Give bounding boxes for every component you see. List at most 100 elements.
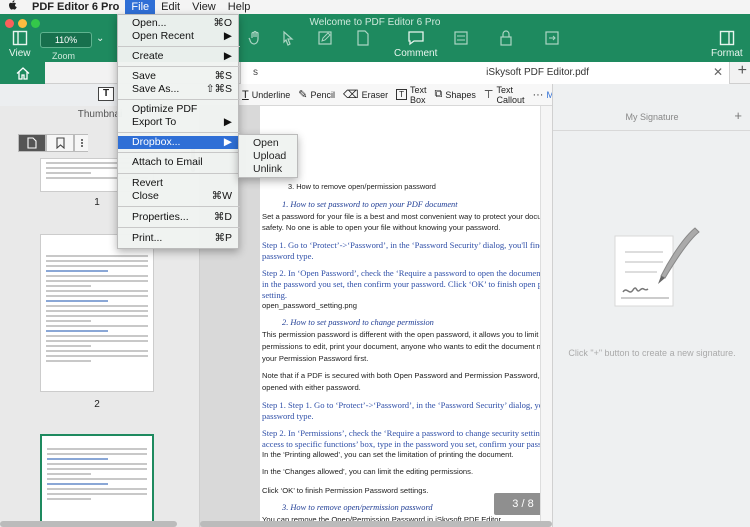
doc-line: Step 1. Step 1. Go to ‘Protect’->‘Passwo… <box>262 400 552 410</box>
view-button[interactable]: View <box>9 30 31 59</box>
document-horizontal-scrollbar[interactable] <box>200 521 552 527</box>
menu-separator <box>118 173 240 174</box>
menu-item-optimize-pdf[interactable]: Optimize PDF <box>118 103 240 116</box>
doc-line: This permission password is different wi… <box>262 330 551 339</box>
menu-item-close[interactable]: Close ⌘W <box>118 190 240 203</box>
text-box-label: Text Box <box>409 84 427 105</box>
tool-edit-button[interactable] <box>317 30 333 48</box>
menu-help[interactable]: Help <box>222 0 257 14</box>
menu-item-create[interactable]: Create ▶ <box>118 50 240 63</box>
menu-label: Save <box>132 70 156 82</box>
comment-button[interactable]: Comment <box>394 30 437 59</box>
page-thumbnail-3-selected[interactable] <box>40 434 154 527</box>
pdf-page[interactable]: 3. How to remove open/permission passwor… <box>260 106 552 527</box>
view-icon <box>12 30 27 46</box>
home-tab[interactable] <box>0 62 45 84</box>
eraser-icon: ⌫ <box>343 89 359 101</box>
underline-icon: T <box>242 88 249 101</box>
menu-item-print[interactable]: Print... ⌘P <box>118 232 240 245</box>
shortcut: ⇧⌘S <box>205 83 232 95</box>
page-thumbnail-2[interactable] <box>40 234 154 392</box>
tool-form-button[interactable] <box>453 30 469 48</box>
menu-app-name[interactable]: PDF Editor 6 Pro <box>26 0 125 14</box>
menu-separator <box>118 99 240 100</box>
doc-heading: 1. How to set password to open your PDF … <box>282 200 458 209</box>
underline-tool[interactable]: T Underline <box>242 89 290 101</box>
shapes-tool[interactable]: ⧉ Shapes <box>434 88 475 101</box>
format-button[interactable]: Format <box>711 30 743 59</box>
menu-item-attach-email[interactable]: Attach to Email <box>118 156 240 169</box>
zoom-input[interactable]: 110% <box>40 32 92 48</box>
menu-item-open-recent[interactable]: Open Recent ▶ <box>118 30 240 43</box>
submenu-item-open[interactable]: Open <box>253 137 279 150</box>
page-icon <box>27 137 37 149</box>
page-number-1: 1 <box>94 197 100 208</box>
tool-page-button[interactable] <box>355 30 371 48</box>
comment-icon <box>408 31 424 46</box>
submenu-arrow-icon: ▶ <box>223 50 232 62</box>
doc-line: in the password you set, then confirm yo… <box>262 279 552 289</box>
menu-item-dropbox[interactable]: Dropbox... ▶ <box>118 136 240 149</box>
apple-icon[interactable] <box>0 0 26 14</box>
menu-item-export-to[interactable]: Export To ▶ <box>118 116 240 129</box>
eraser-tool[interactable]: ⌫ Eraser <box>343 88 388 101</box>
ellipsis-icon: ··· <box>532 88 544 101</box>
signature-hint: Click "+" button to create a new signatu… <box>568 348 736 358</box>
format-label: Format <box>711 48 743 59</box>
signature-placeholder-icon <box>614 227 700 307</box>
tool-hand-button[interactable] <box>247 30 263 48</box>
tool-protect-button[interactable] <box>498 30 514 48</box>
submenu-arrow-icon: ▶ <box>223 136 232 148</box>
main-toolbar: Welcome to PDF Editor 6 Pro View 110% ⌄ … <box>0 14 750 62</box>
thumbnail-horizontal-scrollbar[interactable] <box>0 521 177 527</box>
menu-item-save[interactable]: Save ⌘S <box>118 70 240 83</box>
doc-line: opened with either password. <box>262 383 361 392</box>
menu-label: Export To <box>132 116 177 128</box>
menu-label: Print... <box>132 232 163 244</box>
list-view-button[interactable] <box>74 134 88 152</box>
menu-separator <box>118 206 240 207</box>
page-view-button[interactable] <box>18 134 46 152</box>
tool-convert-button[interactable] <box>544 30 560 48</box>
submenu-item-upload[interactable]: Upload <box>253 150 286 163</box>
chevron-down-icon[interactable]: ⌄ <box>96 33 104 44</box>
new-tab-plus-icon[interactable]: + <box>738 62 747 80</box>
text-box-tool[interactable]: T Text Box <box>396 85 426 105</box>
page-icon <box>357 30 369 46</box>
menu-view[interactable]: View <box>186 0 222 14</box>
convert-icon <box>545 31 559 45</box>
submenu-item-unlink[interactable]: Unlink <box>253 163 282 176</box>
eraser-label: Eraser <box>361 89 389 100</box>
edit-icon <box>318 31 332 45</box>
text-tool-icon[interactable]: T <box>98 87 114 101</box>
tool-select-button[interactable] <box>280 30 296 48</box>
text-callout-tool[interactable]: ⊤ Text Callout <box>484 85 525 105</box>
submenu-arrow-icon: ▶ <box>223 30 232 42</box>
menu-separator <box>118 66 240 67</box>
document-tab[interactable]: s iSkysoft PDF Editor.pdf ✕ <box>240 62 730 84</box>
bookmark-view-button[interactable] <box>46 134 74 152</box>
doc-line: access to specific functions’ box, type … <box>262 439 552 449</box>
doc-line: your Permission Password first. <box>262 354 369 363</box>
file-menu-dropdown: Open... ⌘O Open Recent ▶ Create ▶ Save ⌘S Sa… <box>117 14 240 249</box>
menu-item-properties[interactable]: Properties... ⌘D <box>118 211 240 224</box>
close-tab-icon[interactable]: ✕ <box>713 65 723 79</box>
shortcut: ⌘P <box>214 232 232 244</box>
pencil-tool[interactable]: ✎ Pencil <box>298 88 335 101</box>
shortcut: ⌘W <box>211 190 232 202</box>
doc-line: permissions to edit, print your document… <box>262 342 552 351</box>
submenu-arrow-icon: ▶ <box>223 116 232 128</box>
menu-edit[interactable]: Edit <box>155 0 186 14</box>
tab-bar: s iSkysoft PDF Editor.pdf ✕ + <box>0 62 750 84</box>
menu-file[interactable]: File <box>125 0 156 14</box>
document-scrollbar[interactable] <box>540 106 552 527</box>
menu-item-save-as[interactable]: Save As... ⇧⌘S <box>118 83 240 96</box>
add-signature-plus-icon[interactable]: + <box>734 108 742 123</box>
menu-label: Revert <box>132 177 163 189</box>
menu-item-open[interactable]: Open... ⌘O <box>118 17 240 30</box>
page-number-2: 2 <box>94 399 100 410</box>
menu-separator <box>118 132 240 133</box>
menu-label: Create <box>132 50 164 62</box>
menu-item-revert[interactable]: Revert <box>118 177 240 190</box>
shortcut: ⌘O <box>213 17 232 29</box>
